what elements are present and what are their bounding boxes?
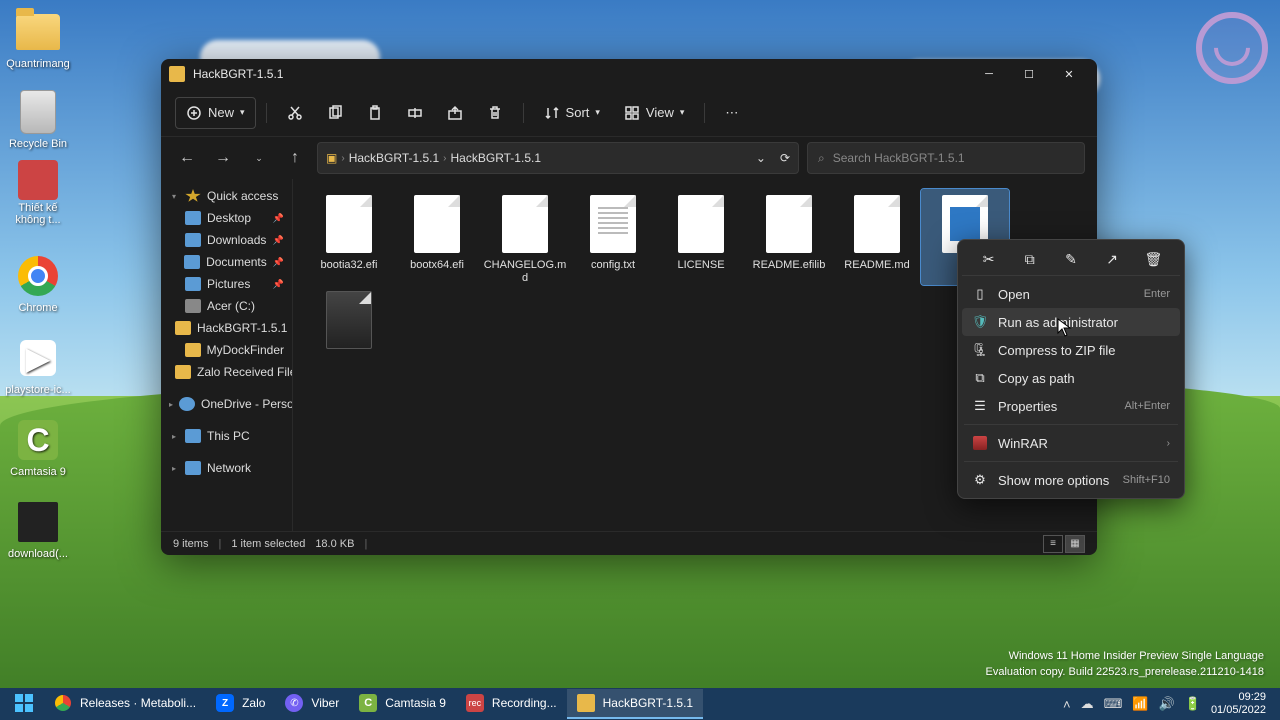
status-size: 18.0 KB bbox=[315, 538, 354, 550]
share-icon[interactable]: ↗ bbox=[1098, 246, 1126, 274]
desktop-icon-download[interactable]: download(... bbox=[2, 498, 74, 560]
file-item[interactable]: config.txt bbox=[569, 189, 657, 285]
sidebar-item-zalo[interactable]: Zalo Received Files bbox=[165, 361, 288, 383]
details-view-button[interactable]: ≡ bbox=[1043, 535, 1063, 553]
system-tray[interactable]: ˄ ☁ ⌨ 📶 🔊 🔋 09:29 01/05/2022 bbox=[1053, 691, 1276, 717]
rename-button[interactable] bbox=[397, 97, 433, 129]
file-item[interactable]: README.md bbox=[833, 189, 921, 285]
folder-icon bbox=[169, 66, 185, 82]
refresh-icon[interactable]: ⟳ bbox=[780, 151, 790, 165]
delete-icon[interactable]: 🗑 bbox=[1139, 246, 1167, 274]
tray-chevron-icon[interactable]: ˄ bbox=[1063, 697, 1071, 712]
tray-onedrive-icon[interactable]: ☁ bbox=[1081, 696, 1094, 712]
context-properties[interactable]: ☰PropertiesAlt+Enter bbox=[962, 392, 1180, 420]
toolbar: New▾ Sort▾ View▾ ⋯ bbox=[161, 89, 1097, 137]
share-button[interactable] bbox=[437, 97, 473, 129]
more-button[interactable]: ⋯ bbox=[715, 97, 748, 129]
view-button[interactable]: View▾ bbox=[614, 97, 694, 129]
status-count: 9 items bbox=[173, 538, 208, 550]
clock[interactable]: 09:29 01/05/2022 bbox=[1211, 691, 1266, 717]
context-run-admin[interactable]: 🛡Run as administrator bbox=[962, 308, 1180, 336]
taskbar-viber[interactable]: ✆Viber bbox=[275, 689, 349, 719]
paste-button[interactable] bbox=[357, 97, 393, 129]
copy-button[interactable] bbox=[317, 97, 353, 129]
sidebar-item-acer[interactable]: Acer (C:) bbox=[165, 295, 288, 317]
context-show-more[interactable]: ⚙Show more optionsShift+F10 bbox=[962, 466, 1180, 494]
sidebar-item-pictures[interactable]: Pictures📌 bbox=[165, 273, 288, 295]
breadcrumb[interactable]: ▣ › HackBGRT-1.5.1 › HackBGRT-1.5.1 ⌄ ⟳ bbox=[317, 142, 799, 174]
status-bar: 9 items | 1 item selected 18.0 KB | ≡ ▦ bbox=[161, 531, 1097, 555]
sidebar-onedrive[interactable]: OneDrive - Personal bbox=[165, 393, 288, 415]
corner-logo bbox=[1196, 12, 1268, 84]
home-icon: ▣ bbox=[326, 151, 337, 165]
search-input[interactable]: ⌕ Search HackBGRT-1.5.1 bbox=[807, 142, 1085, 174]
file-item[interactable]: bootx64.efi bbox=[393, 189, 481, 285]
sidebar-network[interactable]: Network bbox=[165, 457, 288, 479]
cut-button[interactable] bbox=[277, 97, 313, 129]
window-title: HackBGRT-1.5.1 bbox=[193, 67, 283, 81]
desktop-icon-playstore[interactable]: ▶playstore-ic... bbox=[2, 334, 74, 396]
taskbar-camtasia[interactable]: CCamtasia 9 bbox=[349, 689, 456, 719]
sidebar-item-hackbgrt[interactable]: HackBGRT-1.5.1 bbox=[165, 317, 288, 339]
taskbar-zalo[interactable]: ZZalo bbox=[206, 689, 275, 719]
sidebar-item-documents[interactable]: Documents📌 bbox=[165, 251, 288, 273]
tray-battery-icon[interactable]: 🔋 bbox=[1185, 696, 1201, 712]
taskbar: Releases · Metaboli... ZZalo ✆Viber CCam… bbox=[0, 688, 1280, 720]
file-item[interactable] bbox=[305, 285, 393, 381]
desktop-icon-design[interactable]: Thiết kế không t... bbox=[2, 160, 74, 226]
file-item[interactable]: README.efilib bbox=[745, 189, 833, 285]
desktop-icon-folder[interactable]: Quantrimang bbox=[2, 8, 74, 70]
file-item[interactable]: bootia32.efi bbox=[305, 189, 393, 285]
context-compress[interactable]: 🗜Compress to ZIP file bbox=[962, 336, 1180, 364]
start-button[interactable] bbox=[4, 689, 44, 719]
desktop-icon-chrome[interactable]: Chrome bbox=[2, 252, 74, 314]
new-button[interactable]: New▾ bbox=[175, 97, 256, 129]
context-copy-path[interactable]: ⧉Copy as path bbox=[962, 364, 1180, 392]
context-winrar[interactable]: WinRAR› bbox=[962, 429, 1180, 457]
taskbar-explorer[interactable]: HackBGRT-1.5.1 bbox=[567, 689, 703, 719]
sidebar-quick-access[interactable]: Quick access bbox=[165, 185, 288, 207]
context-quick-actions: ✂ ⧉ ✎ ↗ 🗑 bbox=[962, 244, 1180, 276]
desktop-icon-recycle-bin[interactable]: Recycle Bin bbox=[2, 88, 74, 150]
watermark: Windows 11 Home Insider Preview Single L… bbox=[986, 649, 1264, 680]
forward-button[interactable]: → bbox=[209, 144, 237, 172]
sidebar-item-downloads[interactable]: Downloads📌 bbox=[165, 229, 288, 251]
delete-button[interactable] bbox=[477, 97, 513, 129]
taskbar-chrome[interactable]: Releases · Metaboli... bbox=[44, 689, 206, 719]
sidebar-item-desktop[interactable]: Desktop📌 bbox=[165, 207, 288, 229]
tray-input-icon[interactable]: ⌨ bbox=[1104, 696, 1123, 712]
context-menu: ✂ ⧉ ✎ ↗ 🗑 ▯OpenEnter 🛡Run as administrat… bbox=[957, 239, 1185, 499]
close-button[interactable]: ✕ bbox=[1049, 59, 1089, 89]
file-item[interactable]: CHANGELOG.md bbox=[481, 189, 569, 285]
chevron-down-icon[interactable]: ⌄ bbox=[756, 151, 766, 165]
status-selected: 1 item selected bbox=[231, 538, 305, 550]
search-icon: ⌕ bbox=[818, 151, 825, 166]
context-open[interactable]: ▯OpenEnter bbox=[962, 280, 1180, 308]
icons-view-button[interactable]: ▦ bbox=[1065, 535, 1085, 553]
sidebar: Quick access Desktop📌 Downloads📌 Documen… bbox=[161, 179, 293, 531]
rename-icon[interactable]: ✎ bbox=[1057, 246, 1085, 274]
titlebar[interactable]: HackBGRT-1.5.1 ─ ☐ ✕ bbox=[161, 59, 1097, 89]
tray-volume-icon[interactable]: 🔊 bbox=[1159, 696, 1175, 712]
minimize-button[interactable]: ─ bbox=[969, 59, 1009, 89]
cut-icon[interactable]: ✂ bbox=[975, 246, 1003, 274]
tray-wifi-icon[interactable]: 📶 bbox=[1132, 696, 1148, 712]
desktop-icon-camtasia[interactable]: CCamtasia 9 bbox=[2, 416, 74, 478]
sidebar-item-mydockfinder[interactable]: MyDockFinder bbox=[165, 339, 288, 361]
taskbar-recording[interactable]: recRecording... bbox=[456, 689, 567, 719]
nav-row: ← → ⌄ ↑ ▣ › HackBGRT-1.5.1 › HackBGRT-1.… bbox=[161, 137, 1097, 179]
copy-icon[interactable]: ⧉ bbox=[1016, 246, 1044, 274]
up-button[interactable]: ↑ bbox=[281, 144, 309, 172]
recent-button[interactable]: ⌄ bbox=[245, 144, 273, 172]
sidebar-this-pc[interactable]: This PC bbox=[165, 425, 288, 447]
file-item[interactable]: LICENSE bbox=[657, 189, 745, 285]
sort-button[interactable]: Sort▾ bbox=[534, 97, 610, 129]
back-button[interactable]: ← bbox=[173, 144, 201, 172]
maximize-button[interactable]: ☐ bbox=[1009, 59, 1049, 89]
